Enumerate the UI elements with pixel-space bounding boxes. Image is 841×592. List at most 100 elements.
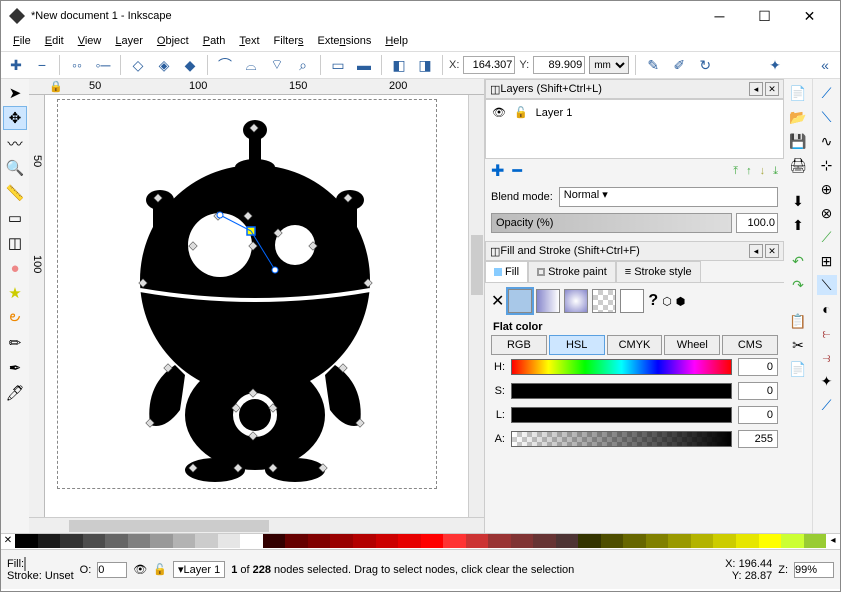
radial-gradient-button[interactable] <box>564 289 588 313</box>
mesh-button[interactable]: ⬢ <box>676 295 686 308</box>
insert-node-button[interactable]: ✚ <box>5 54 27 76</box>
alpha-slider[interactable] <box>511 431 732 447</box>
opacity-slider[interactable]: Opacity (%) <box>491 213 732 233</box>
unset-paint-button[interactable]: ⬡ <box>662 295 672 308</box>
palette-swatch[interactable] <box>330 534 353 548</box>
show-handles-button[interactable]: ◧ <box>388 54 410 76</box>
opacity-input[interactable] <box>736 213 778 233</box>
palette-swatch[interactable] <box>556 534 579 548</box>
flat-color-button[interactable] <box>508 289 532 313</box>
layer-up-button[interactable]: ↑ <box>746 165 752 177</box>
object-to-path-button[interactable]: ▭ <box>327 54 349 76</box>
snap-midpoint-icon[interactable]: ◐ <box>817 299 837 319</box>
palette-swatch[interactable] <box>533 534 556 548</box>
snap-toggle-button[interactable]: ✦ <box>764 54 786 76</box>
palette-swatch[interactable] <box>804 534 827 548</box>
node-tool[interactable]: ✥ <box>3 106 27 130</box>
star-tool[interactable]: ★ <box>3 281 27 305</box>
menu-help[interactable]: Help <box>379 33 414 49</box>
cmyk-tab[interactable]: CMYK <box>607 335 663 355</box>
paste-icon[interactable]: 📄 <box>788 359 808 379</box>
pattern-button[interactable] <box>592 289 616 313</box>
hue-input[interactable] <box>738 358 778 376</box>
palette-swatch[interactable] <box>15 534 38 548</box>
hsl-tab[interactable]: HSL <box>549 335 605 355</box>
menu-edit[interactable]: Edit <box>39 33 70 49</box>
palette-swatch[interactable] <box>218 534 241 548</box>
export-icon[interactable]: ⬆ <box>788 215 808 235</box>
palette-none[interactable]: ✕ <box>1 534 15 549</box>
palette-swatch[interactable] <box>83 534 106 548</box>
menu-file[interactable]: File <box>7 33 37 49</box>
palette-swatch[interactable] <box>105 534 128 548</box>
redo-icon[interactable]: ↷ <box>788 275 808 295</box>
layers-close-button[interactable]: ✕ <box>765 82 779 96</box>
robot-path[interactable] <box>105 115 405 485</box>
opacity-quick-input[interactable] <box>97 562 127 578</box>
palette-swatch[interactable] <box>398 534 421 548</box>
segment-arc-button[interactable]: ⌔ <box>266 54 288 76</box>
hue-slider[interactable] <box>511 359 732 375</box>
snap-bbox-icon[interactable]: ⟋ <box>817 83 837 103</box>
status-stroke-value[interactable]: Unset <box>45 570 74 582</box>
rect-tool[interactable]: ▭ <box>3 206 27 230</box>
sat-input[interactable] <box>738 382 778 400</box>
palette-swatch[interactable] <box>646 534 669 548</box>
canvas[interactable] <box>45 95 468 517</box>
join-node-button[interactable]: ◦─ <box>92 54 114 76</box>
palette-swatch[interactable] <box>308 534 331 548</box>
palette-swatch[interactable] <box>601 534 624 548</box>
ellipse-tool[interactable]: ● <box>3 256 27 280</box>
visibility-icon[interactable]: 👁 <box>492 106 506 119</box>
palette-swatch[interactable] <box>353 534 376 548</box>
palette-swatch[interactable] <box>713 534 736 548</box>
palette-swatch[interactable] <box>736 534 759 548</box>
menu-view[interactable]: View <box>72 33 108 49</box>
scrollbar-vertical[interactable] <box>468 95 484 517</box>
segment-line-button[interactable]: ⌒ <box>214 54 236 76</box>
palette-swatch[interactable] <box>443 534 466 548</box>
import-icon[interactable]: ⬇ <box>788 191 808 211</box>
status-lock-icon[interactable]: 🔓 <box>153 563 167 576</box>
segment-curve-button[interactable]: ⌓ <box>240 54 262 76</box>
y-coord-input[interactable] <box>533 56 585 74</box>
palette-swatch[interactable] <box>195 534 218 548</box>
palette-swatch[interactable] <box>511 534 534 548</box>
cut-icon[interactable]: ✂ <box>788 335 808 355</box>
pen-tool[interactable]: ✒ <box>3 356 27 380</box>
3dbox-tool[interactable]: ◫ <box>3 231 27 255</box>
fillstroke-close-button[interactable]: ✕ <box>765 244 779 258</box>
tweak-tool[interactable]: 〰 <box>3 131 27 155</box>
palette-swatch[interactable] <box>150 534 173 548</box>
lock-icon[interactable]: 🔓 <box>514 106 528 119</box>
open-doc-icon[interactable]: 📂 <box>788 107 808 127</box>
edit-clip-button[interactable]: ✎ <box>642 54 664 76</box>
layer-row[interactable]: 👁 🔓 Layer 1 <box>490 104 779 121</box>
segment-arc2-button[interactable]: ⌕ <box>292 54 314 76</box>
snap-guide-icon[interactable]: ⟋ <box>817 227 837 247</box>
ruler-horizontal[interactable]: 🔒 50 100 150 200 <box>29 79 484 95</box>
status-fill-swatch[interactable] <box>24 557 26 571</box>
layers-list[interactable]: 👁 🔓 Layer 1 <box>485 99 784 159</box>
palette-swatch[interactable] <box>376 534 399 548</box>
sat-slider[interactable] <box>511 383 732 399</box>
blend-mode-select[interactable]: Normal ▾ <box>559 187 778 207</box>
color-palette[interactable]: ✕ ◂ <box>1 533 840 549</box>
calligraphy-tool[interactable]: 🖊 <box>3 381 27 405</box>
menu-path[interactable]: Path <box>197 33 232 49</box>
palette-swatch[interactable] <box>285 534 308 548</box>
menu-layer[interactable]: Layer <box>109 33 149 49</box>
status-layer-select[interactable]: ▾Layer 1 <box>173 561 225 578</box>
tab-fill[interactable]: Fill <box>485 261 528 282</box>
snap-corner-icon[interactable]: ⥽ <box>817 347 837 367</box>
snap-edge-icon[interactable]: ⥼ <box>817 323 837 343</box>
palette-menu[interactable]: ◂ <box>826 534 840 549</box>
print-icon[interactable]: 🖨 <box>788 155 808 175</box>
node-symmetric-button[interactable]: ◆ <box>179 54 201 76</box>
palette-swatch[interactable] <box>691 534 714 548</box>
menu-filters[interactable]: Filters <box>268 33 310 49</box>
remove-layer-button[interactable]: ━ <box>512 161 522 181</box>
swatch-button[interactable] <box>620 289 644 313</box>
copy-icon[interactable]: 📋 <box>788 311 808 331</box>
rgb-tab[interactable]: RGB <box>491 335 547 355</box>
